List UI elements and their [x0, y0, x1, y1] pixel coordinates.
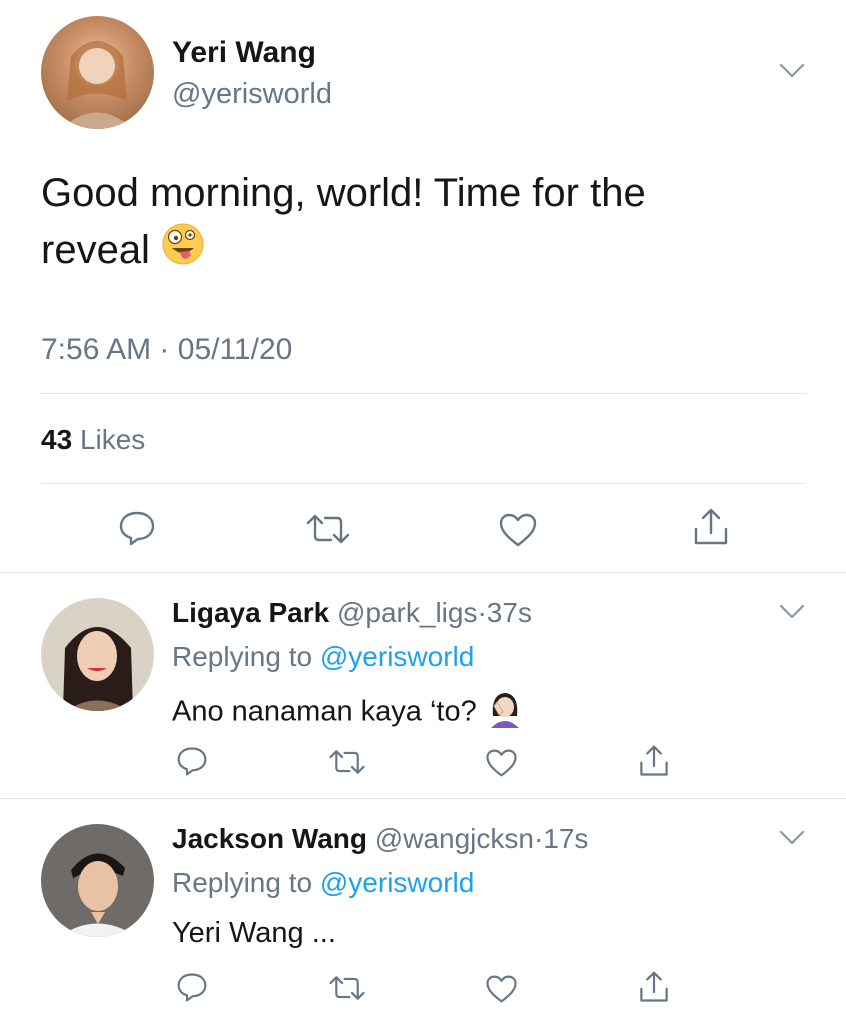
- reply-avatar[interactable]: [41, 598, 154, 711]
- share-icon[interactable]: [638, 744, 670, 778]
- chevron-down-icon[interactable]: [778, 62, 806, 80]
- divider: [0, 572, 846, 573]
- reply-author-name[interactable]: Ligaya Park: [172, 597, 329, 628]
- replying-to-handle[interactable]: @yerisworld: [320, 641, 474, 672]
- divider: [41, 393, 806, 394]
- replying-to-label: Replying to: [172, 867, 313, 898]
- tweet-timestamp[interactable]: 7:56 AM · 05/11/20: [41, 333, 292, 367]
- reply-avatar[interactable]: [41, 824, 154, 937]
- reply-author-handle[interactable]: @wangjcksn: [375, 823, 534, 854]
- reply-separator: ·: [533, 823, 544, 854]
- reply-icon[interactable]: [118, 510, 156, 546]
- author-name[interactable]: Yeri Wang: [172, 36, 316, 70]
- divider: [41, 483, 806, 484]
- share-icon[interactable]: [638, 970, 670, 1004]
- tweet-date: 05/11/20: [177, 333, 293, 366]
- chevron-down-icon[interactable]: [778, 603, 806, 621]
- tweet-text-content: Good morning, world! Time for the reveal: [41, 171, 646, 272]
- retweet-icon[interactable]: [328, 748, 366, 776]
- reply-separator: ·: [477, 597, 487, 628]
- like-icon[interactable]: [485, 974, 518, 1004]
- replying-to-label: Replying to: [172, 641, 313, 672]
- replying-to: Replying to @yerisworld: [172, 641, 474, 673]
- reply-icon[interactable]: [176, 972, 208, 1002]
- replying-to-handle[interactable]: @yerisworld: [320, 867, 474, 898]
- share-icon[interactable]: [692, 507, 730, 547]
- tweet-text: Good morning, world! Time for the reveal: [41, 165, 761, 282]
- divider: [0, 798, 846, 799]
- reply-time[interactable]: 37s: [487, 597, 532, 628]
- replying-to: Replying to @yerisworld: [172, 867, 474, 899]
- author-handle[interactable]: @yerisworld: [172, 78, 332, 111]
- woman-facepalming-icon: [485, 690, 525, 736]
- reply-text: Ano nanaman kaya ‘to?: [172, 690, 525, 736]
- like-icon[interactable]: [498, 512, 538, 548]
- like-icon[interactable]: [485, 748, 518, 778]
- zany-face-icon: [161, 222, 205, 282]
- reply-text-content: Ano nanaman kaya ‘to?: [172, 695, 477, 728]
- likes-stat[interactable]: 43 Likes: [41, 424, 145, 456]
- chevron-down-icon[interactable]: [778, 829, 806, 847]
- reply-header: Ligaya Park @park_ligs·37s: [172, 597, 532, 629]
- author-avatar[interactable]: [41, 16, 154, 129]
- likes-label: Likes: [79, 424, 146, 455]
- reply-text: Yeri Wang ...: [172, 917, 336, 949]
- retweet-icon[interactable]: [328, 974, 366, 1002]
- reply-time[interactable]: 17s: [543, 823, 588, 854]
- tweet-time: 7:56 AM: [41, 333, 152, 366]
- reply-header: Jackson Wang @wangjcksn·17s: [172, 823, 588, 855]
- reply-icon[interactable]: [176, 746, 208, 776]
- reply-author-handle[interactable]: @park_ligs: [337, 597, 477, 628]
- likes-count: 43: [41, 424, 73, 455]
- reply-author-name[interactable]: Jackson Wang: [172, 823, 367, 854]
- timestamp-separator: ·: [159, 333, 170, 366]
- retweet-icon[interactable]: [305, 512, 351, 546]
